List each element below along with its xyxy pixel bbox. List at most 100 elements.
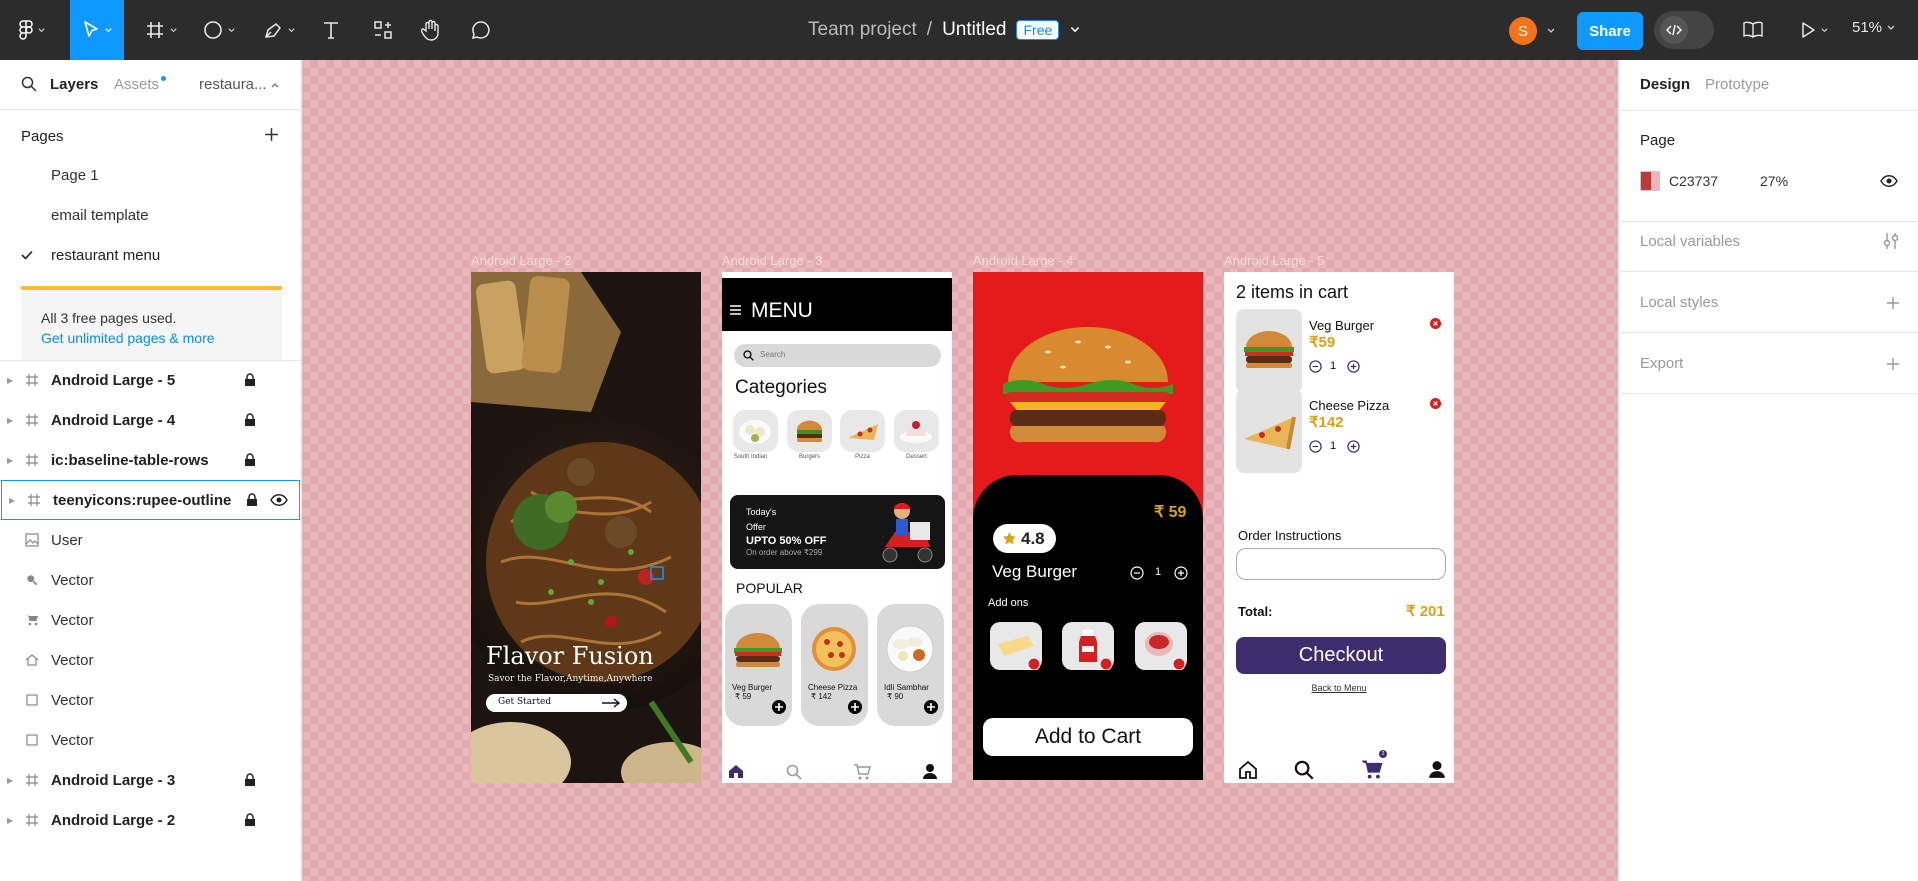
addon-sauce[interactable]: [1135, 622, 1187, 671]
frame-android-large-5[interactable]: 2 items in cart Veg Burger ₹59 1 Cheese Piz…: [1224, 272, 1454, 783]
file-name[interactable]: Untitled: [942, 19, 1006, 41]
caret-right-icon[interactable]: ▶: [7, 456, 13, 465]
resources-button[interactable]: [368, 11, 398, 49]
plus-circle-icon[interactable]: [1347, 360, 1360, 373]
home-icon[interactable]: [728, 764, 744, 779]
checkout-button[interactable]: Checkout: [1236, 637, 1446, 674]
search-input[interactable]: Search: [734, 344, 941, 367]
frame-label[interactable]: Android Large - 5: [1224, 253, 1324, 268]
add-to-cart-button[interactable]: Add to Cart: [983, 718, 1193, 756]
add-export-icon[interactable]: [1886, 357, 1900, 371]
frame-label[interactable]: Android Large - 2: [471, 253, 571, 268]
variables-icon[interactable]: [1883, 232, 1899, 250]
search-icon[interactable]: [786, 764, 802, 780]
category-dessert[interactable]: [894, 410, 939, 452]
page-item-current[interactable]: restaurant menu: [51, 247, 160, 264]
search-icon[interactable]: [1294, 760, 1314, 780]
frame-android-large-2[interactable]: Flavor Fusion Savor the Flavor,Anytime,A…: [471, 272, 701, 783]
lock-icon[interactable]: [244, 773, 256, 787]
caret-right-icon[interactable]: ▶: [7, 776, 13, 785]
lock-icon[interactable]: [244, 813, 256, 827]
instructions-input[interactable]: [1236, 548, 1446, 580]
category-south-indian[interactable]: [733, 410, 778, 452]
user-icon[interactable]: [1428, 760, 1446, 779]
page-switcher[interactable]: restaura...: [199, 76, 267, 93]
lock-icon[interactable]: [244, 373, 256, 387]
hand-tool-button[interactable]: [416, 11, 446, 49]
chevron-down-icon[interactable]: [1546, 26, 1556, 36]
page-item[interactable]: email template: [51, 207, 149, 224]
add-style-icon[interactable]: [1886, 296, 1900, 310]
minus-circle-icon[interactable]: [1309, 360, 1322, 373]
share-button[interactable]: Share: [1577, 12, 1643, 50]
shape-tool-button[interactable]: [196, 11, 242, 49]
popular-item-card[interactable]: Cheese Pizza ₹ 142: [801, 604, 868, 726]
layer-row[interactable]: Vector: [0, 720, 302, 760]
category-pizza[interactable]: [840, 410, 885, 452]
category-burgers[interactable]: [787, 410, 832, 452]
frame-label[interactable]: Android Large - 3: [722, 253, 822, 268]
hamburger-icon[interactable]: [730, 305, 741, 315]
cart-icon[interactable]: [1361, 760, 1383, 779]
comment-tool-button[interactable]: [466, 11, 496, 49]
chevron-down-icon[interactable]: [1069, 24, 1081, 36]
lock-icon[interactable]: [244, 453, 256, 467]
tab-assets[interactable]: Assets: [114, 76, 159, 93]
tab-design[interactable]: Design: [1640, 76, 1690, 93]
lock-icon[interactable]: [246, 493, 258, 507]
present-button[interactable]: [1796, 11, 1832, 49]
search-icon[interactable]: [21, 76, 37, 92]
popular-item-card[interactable]: Veg Burger ₹ 59: [725, 604, 792, 726]
minus-circle-icon[interactable]: [1309, 440, 1322, 453]
layer-row[interactable]: ▶ ic:baseline-table-rows: [0, 440, 302, 480]
zoom-control[interactable]: 51%: [1852, 19, 1896, 36]
plus-circle-icon[interactable]: [1174, 566, 1188, 580]
home-icon[interactable]: [1238, 760, 1258, 779]
caret-right-icon[interactable]: ▶: [7, 416, 13, 425]
layer-row[interactable]: Vector: [0, 680, 302, 720]
remove-item-icon[interactable]: [1430, 398, 1441, 409]
upgrade-link[interactable]: Get unlimited pages & more: [41, 328, 282, 348]
back-to-menu-link[interactable]: Back to Menu: [1224, 683, 1454, 693]
plus-circle-icon[interactable]: [1347, 440, 1360, 453]
frame-android-large-3[interactable]: MENU Search Categories South Indian Burg…: [722, 272, 952, 783]
pen-tool-button[interactable]: [256, 11, 302, 49]
layer-row[interactable]: ▶ Android Large - 3: [0, 760, 302, 800]
frame-tool-button[interactable]: [138, 11, 184, 49]
layer-row[interactable]: Vector: [0, 600, 302, 640]
layer-row[interactable]: Vector: [0, 640, 302, 680]
layer-row[interactable]: ▶ Android Large - 4: [0, 400, 302, 440]
popular-item-card[interactable]: Idli Sambhar ₹ 90: [877, 604, 944, 726]
minus-circle-icon[interactable]: [1130, 566, 1144, 580]
chevron-up-icon[interactable]: [270, 81, 280, 89]
avatar[interactable]: S: [1509, 17, 1537, 45]
offer-banner[interactable]: Today's Offer UPTO 50% OFF On order abov…: [730, 495, 945, 569]
move-tool-button[interactable]: [70, 0, 124, 60]
caret-right-icon[interactable]: ▶: [9, 496, 15, 505]
fill-swatch[interactable]: [1640, 171, 1660, 191]
addon-cheese[interactable]: [990, 622, 1042, 671]
tab-prototype[interactable]: Prototype: [1705, 76, 1769, 93]
lock-icon[interactable]: [244, 413, 256, 427]
layer-row[interactable]: ▶ Android Large - 5: [0, 360, 302, 400]
project-name[interactable]: Team project: [808, 19, 917, 41]
add-page-icon[interactable]: [264, 127, 279, 142]
add-item-icon[interactable]: [924, 700, 938, 714]
text-tool-button[interactable]: [316, 11, 346, 49]
fill-hex[interactable]: C23737: [1669, 173, 1718, 189]
canvas[interactable]: Android Large - 2 Flavor Fusion Savor th…: [302, 60, 1618, 881]
layer-row[interactable]: ▶ Android Large - 2: [0, 800, 302, 840]
dev-mode-toggle[interactable]: [1654, 11, 1714, 49]
cart-icon[interactable]: [853, 764, 871, 780]
caret-right-icon[interactable]: ▶: [7, 816, 13, 825]
page-item[interactable]: Page 1: [51, 167, 99, 184]
add-item-icon[interactable]: [848, 700, 862, 714]
eye-icon[interactable]: [1880, 174, 1898, 188]
remove-item-icon[interactable]: [1430, 318, 1441, 329]
main-menu-button[interactable]: [10, 11, 54, 49]
library-button[interactable]: [1738, 11, 1768, 49]
addon-ketchup[interactable]: [1062, 622, 1114, 671]
frame-android-large-4[interactable]: ₹ 59 4.8 Veg Burger 1 Add ons Add to Car…: [973, 272, 1203, 780]
layer-row[interactable]: Vector: [0, 560, 302, 600]
fill-opacity[interactable]: 27%: [1760, 173, 1788, 189]
